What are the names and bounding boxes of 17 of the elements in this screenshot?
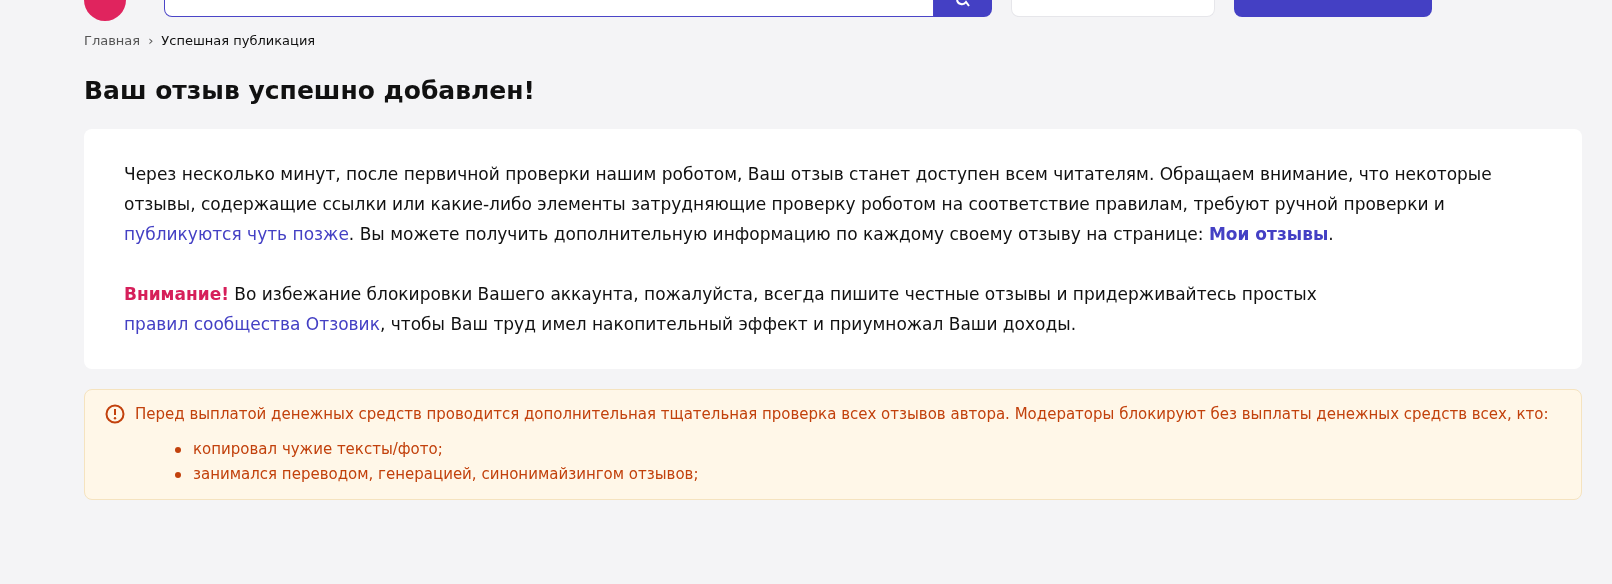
warning-item: копировал чужие тексты/фото;	[193, 439, 443, 460]
search-icon	[956, 0, 970, 8]
notice-paragraph: Через несколько минут, после первичной проверки нашим роботом, Ваш отзыв станет доступен всем читателям. Обращаем внимание, что некоторые отзывы, содержащие ссылки или какие-либо элементы затрудняющие проверку роботом на соответствие правилам, требуют ручной проверки и публикуются чуть позже. Вы можете получить дополнительную информацию по каждому своему отзыву на странице: Мои отзывы.	[124, 163, 1493, 246]
notice-paragraph: Внимание! Во избежание блокировки Вашего аккаунта, пожалуйста, всегда пишите честные отзывы и придерживайтесь простых правил сообщества Отзовик, чтобы Ваш труд имел накопительный эффект и приумножал Ваши доходы.	[124, 283, 1318, 336]
breadcrumb-current: Успешная публикация	[161, 33, 316, 48]
bullet-icon	[175, 446, 181, 453]
breadcrumb-link[interactable]: Главная	[84, 33, 141, 48]
page-title: Ваш отзыв успешно добавлен!	[84, 76, 536, 105]
inline-link[interactable]: Мои отзывы	[1208, 224, 1329, 244]
breadcrumb-separator: ›	[148, 33, 154, 48]
inline-link[interactable]: правил сообщества Отзовик	[124, 314, 380, 334]
warning-text: Перед выплатой денежных средств проводится дополнительная тщательная проверка всех отзывов автора. Модераторы блокируют без выплаты денежных средств всех, кто:	[135, 404, 1549, 425]
search-button[interactable]	[934, 0, 992, 17]
exclamation-icon	[105, 404, 125, 424]
inline-link[interactable]: публикуются чуть позже	[124, 224, 349, 244]
warning-item: занимался переводом, генерацией, синонимайзингом отзывов;	[193, 464, 699, 485]
bullet-icon	[175, 471, 181, 478]
